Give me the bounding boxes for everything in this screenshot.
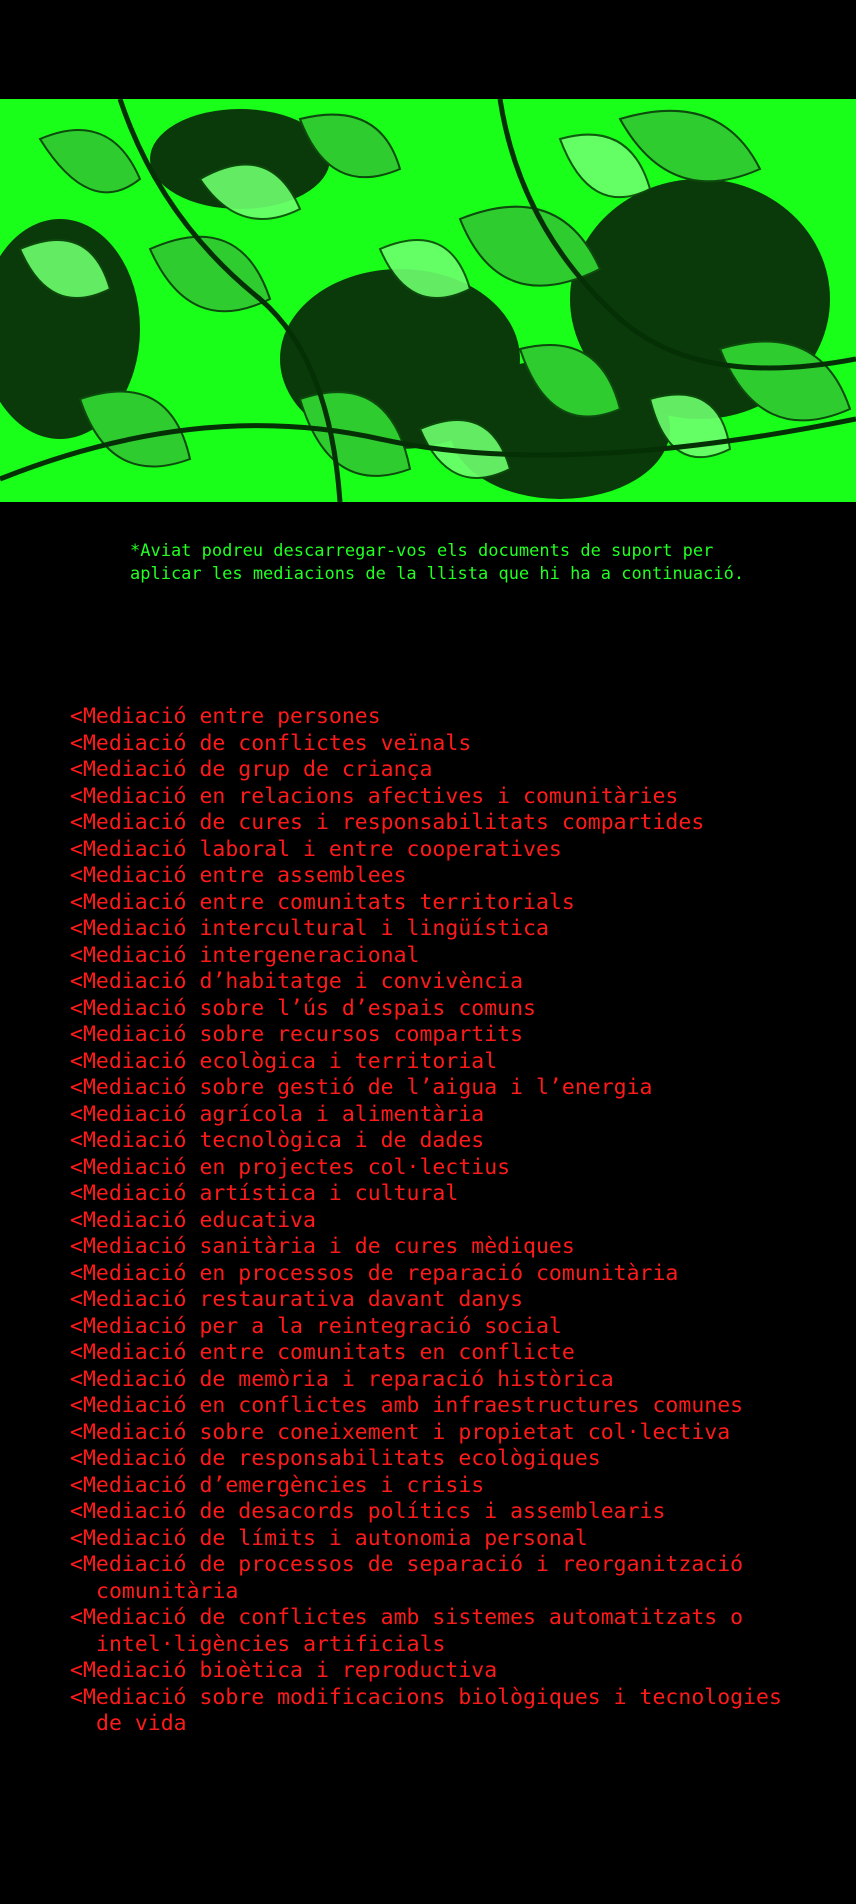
mediation-list-item: <Mediació de límits i autonomia personal bbox=[70, 1525, 588, 1551]
mediation-list-item: <Mediació educativa bbox=[70, 1207, 316, 1233]
mediation-list-item: <Mediació sanitària i de cures mèdiques bbox=[70, 1234, 575, 1259]
mediation-list-item: <Mediació bioètica i reproductiva bbox=[70, 1658, 498, 1683]
mediation-list-item: <Mediació d’habitatge i convivència bbox=[70, 969, 524, 994]
mediation-list-item: <Mediació agrícola i alimentària bbox=[70, 1101, 485, 1127]
mediation-list-item: <Mediació de desacords polítics i assemb… bbox=[70, 1499, 666, 1524]
mediation-list-item: <Mediació sobre coneixement i propietat … bbox=[70, 1419, 731, 1445]
download-note: *Aviat podreu descarregar-vos els docume… bbox=[130, 541, 745, 584]
mediation-list-item: <Mediació de cures i responsabilitats co… bbox=[70, 810, 705, 835]
mediation-list-item: <Mediació sobre gestió de l’aigua i l’en… bbox=[70, 1075, 653, 1100]
mediation-list-item: <Mediació restaurativa davant danys bbox=[70, 1287, 524, 1312]
mediation-list-item: <Mediació d’emergències i crisis bbox=[70, 1472, 485, 1498]
leaves-illustration bbox=[0, 99, 856, 502]
mediation-list-item: <Mediació per a la reintegració social bbox=[70, 1313, 562, 1339]
mediation-list-item: <Mediació de conflictes veïnals bbox=[70, 730, 472, 756]
mediation-list-item: <Mediació sobre recursos compartits bbox=[70, 1022, 524, 1047]
mediation-list-item: <Mediació tecnològica i de dades bbox=[70, 1128, 485, 1153]
mediation-list-item: <Mediació en processos de reparació comu… bbox=[70, 1260, 679, 1286]
mediation-list-item: <Mediació sobre modificacions biològique… bbox=[70, 1684, 782, 1737]
mediation-list-item: <Mediació de grup de criança bbox=[70, 757, 433, 782]
mediation-list-item: <Mediació en conflictes amb infraestruct… bbox=[70, 1393, 744, 1418]
mediation-list-item: <Mediació en projectes col·lectius bbox=[70, 1154, 511, 1180]
mediation-list-item: <Mediació entre assemblees bbox=[70, 863, 407, 888]
mediation-list: <Mediació entre persones <Mediació de con… bbox=[70, 704, 810, 1738]
mediation-list-item: <Mediació en relacions afectives i comun… bbox=[70, 783, 679, 809]
mediation-list-item: <Mediació de memòria i reparació històri… bbox=[70, 1366, 614, 1392]
mediation-list-item: <Mediació entre comunitats en conflicte bbox=[70, 1340, 575, 1365]
mediation-list-item: <Mediació ecològica i territorial bbox=[70, 1048, 498, 1074]
hero-leaves-image bbox=[0, 99, 856, 502]
mediation-list-item: <Mediació artística i cultural bbox=[70, 1181, 459, 1206]
mediation-list-item: <Mediació de responsabilitats ecològique… bbox=[70, 1446, 601, 1471]
mediation-list-item: <Mediació sobre l’ús d’espais comuns bbox=[70, 995, 536, 1021]
mediation-list-item: <Mediació entre comunitats territorials bbox=[70, 889, 575, 915]
mediation-list-item: <Mediació entre persones bbox=[70, 704, 381, 729]
mediation-list-item: <Mediació laboral i entre cooperatives bbox=[70, 836, 562, 862]
mediation-list-item: <Mediació de conflictes amb sistemes aut… bbox=[70, 1605, 744, 1657]
mediation-list-item: <Mediació intergeneracional bbox=[70, 942, 420, 968]
mediation-list-item: <Mediació intercultural i lingüística bbox=[70, 916, 549, 941]
mediation-list-item: <Mediació de processos de separació i re… bbox=[70, 1552, 744, 1604]
